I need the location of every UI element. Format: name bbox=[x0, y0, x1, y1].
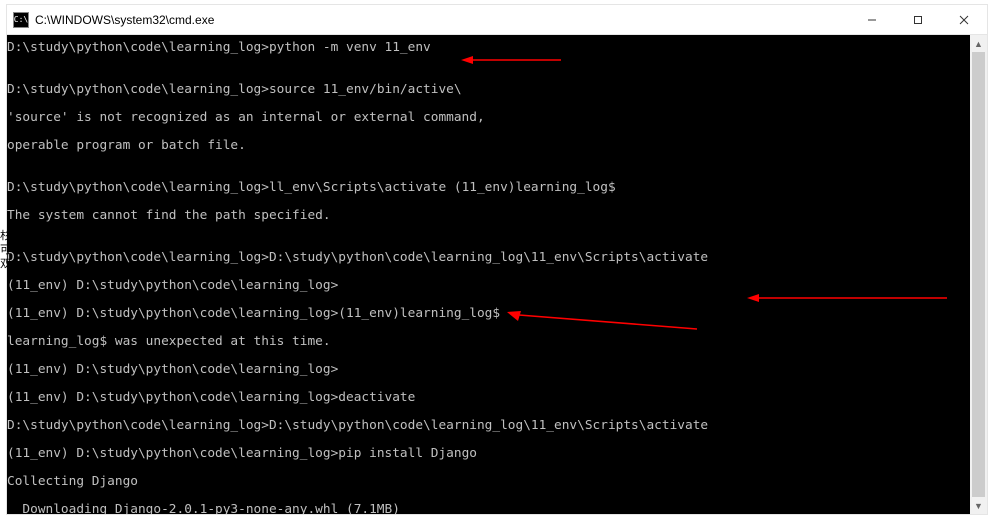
command: pip install Django bbox=[338, 446, 477, 461]
minimize-button[interactable] bbox=[849, 5, 895, 34]
scroll-up-button[interactable]: ▲ bbox=[970, 35, 987, 52]
output-text: learning_log$ was unexpected at this tim… bbox=[7, 335, 987, 349]
prompt: D:\study\python\code\learning_log> bbox=[7, 82, 269, 97]
window-title: C:\WINDOWS\system32\cmd.exe bbox=[35, 13, 214, 27]
scroll-track[interactable] bbox=[970, 52, 987, 497]
output-text: Collecting Django bbox=[7, 475, 987, 489]
output-text: 'source' is not recognized as an interna… bbox=[7, 111, 987, 125]
console-area[interactable]: D:\study\python\code\learning_log>python… bbox=[7, 35, 987, 514]
command: D:\study\python\code\learning_log\11_env… bbox=[269, 418, 708, 433]
command: deactivate bbox=[338, 390, 415, 405]
prompt: (11_env) D:\study\python\code\learning_l… bbox=[7, 278, 338, 293]
command: (11_env)learning_log$ bbox=[338, 306, 500, 321]
prompt: (11_env) D:\study\python\code\learning_l… bbox=[7, 390, 338, 405]
prompt: D:\study\python\code\learning_log> bbox=[7, 180, 269, 195]
scroll-down-button[interactable]: ▼ bbox=[970, 497, 987, 514]
prompt: D:\study\python\code\learning_log> bbox=[7, 250, 269, 265]
prompt: D:\study\python\code\learning_log> bbox=[7, 40, 269, 55]
console-output: D:\study\python\code\learning_log>python… bbox=[7, 35, 987, 514]
command: ll_env\Scripts\activate (11_env)learning… bbox=[269, 180, 616, 195]
edge-char: 可 bbox=[0, 243, 11, 257]
prompt: (11_env) D:\study\python\code\learning_l… bbox=[7, 446, 338, 461]
command: D:\study\python\code\learning_log\11_env… bbox=[269, 250, 708, 265]
command: source 11_env/bin/active\ bbox=[269, 82, 462, 97]
output-text: The system cannot find the path specifie… bbox=[7, 209, 987, 223]
close-button[interactable] bbox=[941, 5, 987, 34]
command: python -m venv 11_env bbox=[269, 40, 431, 55]
prompt: (11_env) D:\study\python\code\learning_l… bbox=[7, 306, 338, 321]
edge-char: 杉 bbox=[0, 229, 11, 243]
titlebar[interactable]: C:\ C:\WINDOWS\system32\cmd.exe bbox=[7, 5, 987, 35]
cmd-window: C:\ C:\WINDOWS\system32\cmd.exe D:\study… bbox=[6, 4, 988, 515]
vertical-scrollbar[interactable]: ▲ ▼ bbox=[970, 35, 987, 514]
output-text: Downloading Django-2.0.1-py3-none-any.wh… bbox=[7, 503, 987, 514]
prompt: (11_env) D:\study\python\code\learning_l… bbox=[7, 362, 338, 377]
output-text: operable program or batch file. bbox=[7, 139, 987, 153]
prompt: D:\study\python\code\learning_log> bbox=[7, 418, 269, 433]
edge-char: 双 bbox=[0, 257, 11, 271]
scroll-thumb[interactable] bbox=[972, 52, 985, 497]
crop-edge-text: 杉 可 双 bbox=[0, 229, 11, 271]
cmd-icon: C:\ bbox=[13, 12, 29, 28]
maximize-button[interactable] bbox=[895, 5, 941, 34]
window-controls bbox=[849, 5, 987, 34]
